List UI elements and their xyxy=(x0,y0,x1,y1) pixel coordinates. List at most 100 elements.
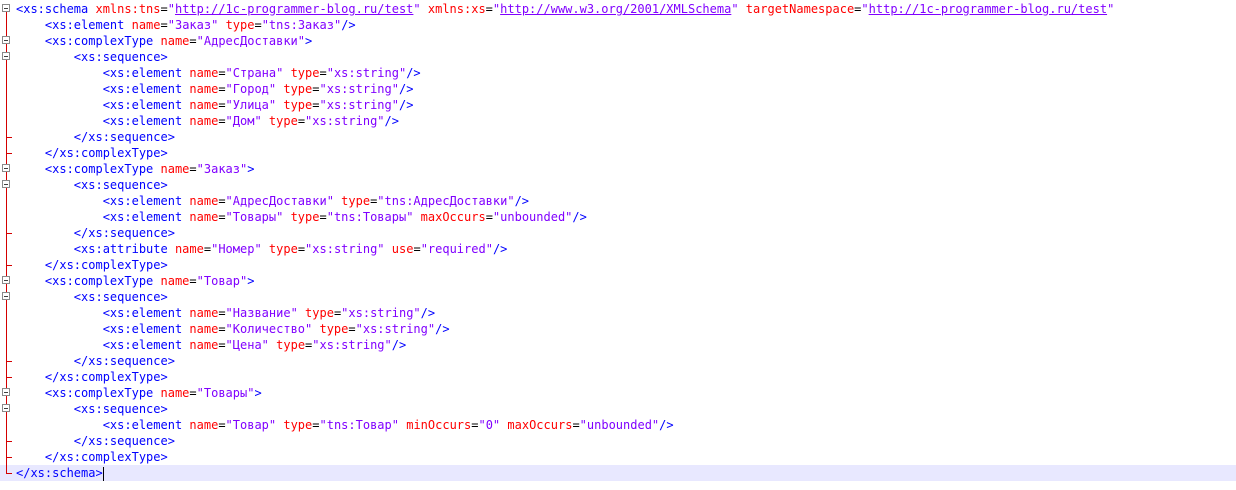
token-tag: <xs:element xyxy=(44,18,132,32)
code-line[interactable]: <xs:complexType name="Товар"> xyxy=(0,273,1236,289)
code-text: <xs:element name="Дом" type="xs:string"/… xyxy=(16,113,399,129)
code-line[interactable]: </xs:sequence> xyxy=(0,225,1236,241)
token-val: "unbounded" xyxy=(579,418,660,432)
token-val: "0" xyxy=(478,418,501,432)
code-line[interactable]: </xs:complexType> xyxy=(0,257,1236,273)
token-eq: = xyxy=(485,2,493,16)
fold-collapse-icon[interactable] xyxy=(0,1,14,17)
code-line[interactable]: <xs:schema xmlns:tns="http://1c-programm… xyxy=(0,1,1236,17)
code-line[interactable]: <xs:element name="Город" type="xs:string… xyxy=(0,81,1236,97)
token-eq: = xyxy=(218,194,226,208)
fold-collapse-icon[interactable] xyxy=(0,273,14,289)
code-line[interactable]: </xs:complexType> xyxy=(0,449,1236,465)
code-line[interactable]: <xs:complexType name="Товары"> xyxy=(0,385,1236,401)
code-line[interactable]: <xs:element name="Цена" type="xs:string"… xyxy=(0,337,1236,353)
code-line[interactable]: <xs:element name="Заказ" type="tns:Заказ… xyxy=(0,17,1236,33)
fold-end-marker xyxy=(0,257,14,273)
token-tag: /> xyxy=(384,114,399,128)
fold-line-marker xyxy=(0,81,14,97)
token-val: "tns:Товар" xyxy=(319,418,399,432)
token-url[interactable]: http://www.w3.org/2001/XMLSchema xyxy=(500,2,731,16)
token-tag xyxy=(283,66,290,80)
fold-collapse-icon[interactable] xyxy=(0,161,14,177)
code-line[interactable]: </xs:sequence> xyxy=(0,353,1236,369)
code-line[interactable]: <xs:element name="Улица" type="xs:string… xyxy=(0,97,1236,113)
fold-collapse-icon[interactable] xyxy=(0,401,14,417)
code-line[interactable]: </xs:complexType> xyxy=(0,369,1236,385)
code-line[interactable]: <xs:sequence> xyxy=(0,49,1236,65)
token-tag: <xs:complexType xyxy=(44,162,161,176)
token-attr: maxOccurs xyxy=(420,210,486,224)
token-attr: xmlns:tns xyxy=(95,2,161,16)
token-val: "Заказ" xyxy=(196,162,248,176)
fold-collapse-icon[interactable] xyxy=(0,33,14,49)
code-line[interactable]: <xs:element name="Количество" type="xs:s… xyxy=(0,321,1236,337)
code-line[interactable]: <xs:sequence> xyxy=(0,289,1236,305)
code-line[interactable]: </xs:sequence> xyxy=(0,129,1236,145)
token-url[interactable]: http://1c-programmer-blog.ru/test xyxy=(869,2,1107,16)
code-text: <xs:element name="Количество" type="xs:s… xyxy=(16,321,450,337)
token-val: " xyxy=(413,2,421,16)
code-line[interactable]: </xs:schema> xyxy=(0,465,1236,481)
xml-code-editor[interactable]: <xs:schema xmlns:tns="http://1c-programm… xyxy=(0,0,1236,490)
fold-collapse-icon[interactable] xyxy=(0,177,14,193)
token-eq: = xyxy=(319,210,327,224)
fold-collapse-icon[interactable] xyxy=(0,385,14,401)
token-attr: name xyxy=(189,194,219,208)
fold-line-marker xyxy=(0,193,14,209)
token-attr: type xyxy=(268,114,298,128)
token-eq: = xyxy=(218,114,226,128)
token-eq: = xyxy=(160,18,168,32)
token-eq: = xyxy=(189,162,197,176)
code-text: <xs:element name="Товар" type="tns:Товар… xyxy=(16,417,674,433)
token-tag: <xs:element xyxy=(102,418,190,432)
token-eq: = xyxy=(572,418,580,432)
token-eq: = xyxy=(189,274,197,288)
token-eq: = xyxy=(413,242,421,256)
code-line[interactable]: </xs:sequence> xyxy=(0,433,1236,449)
code-line[interactable]: <xs:element name="АдресДоставки" type="t… xyxy=(0,193,1236,209)
token-attr: name xyxy=(160,162,190,176)
token-val: "Город" xyxy=(225,82,277,96)
token-eq: = xyxy=(203,242,212,256)
code-line[interactable]: <xs:complexType name="Заказ"> xyxy=(0,161,1236,177)
token-tag: </xs:sequence> xyxy=(73,354,175,368)
code-line[interactable]: </xs:complexType> xyxy=(0,145,1236,161)
code-line[interactable]: <xs:sequence> xyxy=(0,401,1236,417)
token-tag: </xs:sequence> xyxy=(73,226,175,240)
token-tag: </xs:complexType> xyxy=(44,450,168,464)
code-text: <xs:sequence> xyxy=(16,289,168,305)
code-line[interactable]: <xs:element name="Страна" type="xs:strin… xyxy=(0,65,1236,81)
code-line[interactable]: <xs:element name="Товары" type="tns:Това… xyxy=(0,209,1236,225)
token-val: " xyxy=(1107,2,1115,16)
code-text: <xs:element name="Город" type="xs:string… xyxy=(16,81,414,97)
code-text: <xs:element name="Улица" type="xs:string… xyxy=(16,97,414,113)
fold-collapse-icon[interactable] xyxy=(0,289,14,305)
code-text: <xs:complexType name="Товар"> xyxy=(16,273,255,289)
code-line[interactable]: <xs:element name="Товар" type="tns:Товар… xyxy=(0,417,1236,433)
fold-collapse-icon[interactable] xyxy=(0,49,14,65)
token-attr: name xyxy=(160,274,190,288)
token-tag: <xs:complexType xyxy=(44,34,161,48)
token-eq: = xyxy=(312,98,320,112)
code-line[interactable]: <xs:attribute name="Номер" type="xs:stri… xyxy=(0,241,1236,257)
code-line[interactable]: <xs:element name="Дом" type="xs:string"/… xyxy=(0,113,1236,129)
token-eq: = xyxy=(218,418,226,432)
token-eq: = xyxy=(312,418,320,432)
code-line[interactable]: <xs:complexType name="АдресДоставки"> xyxy=(0,33,1236,49)
token-tag: <xs:element xyxy=(102,210,190,224)
token-url[interactable]: http://1c-programmer-blog.ru/test xyxy=(175,2,413,16)
fold-end-marker xyxy=(0,353,14,369)
token-attr: type xyxy=(283,418,313,432)
token-eq: = xyxy=(312,82,320,96)
token-eq: = xyxy=(485,210,493,224)
token-tag xyxy=(413,210,420,224)
token-tag: <xs:attribute xyxy=(73,242,175,256)
token-eq: = xyxy=(218,82,226,96)
code-text: <xs:complexType name="Заказ"> xyxy=(16,161,255,177)
token-tag: <xs:element xyxy=(102,98,190,112)
code-line[interactable]: <xs:element name="Название" type="xs:str… xyxy=(0,305,1236,321)
token-tag: <xs:element xyxy=(102,82,190,96)
code-line[interactable]: <xs:sequence> xyxy=(0,177,1236,193)
token-attr: maxOccurs xyxy=(507,418,573,432)
